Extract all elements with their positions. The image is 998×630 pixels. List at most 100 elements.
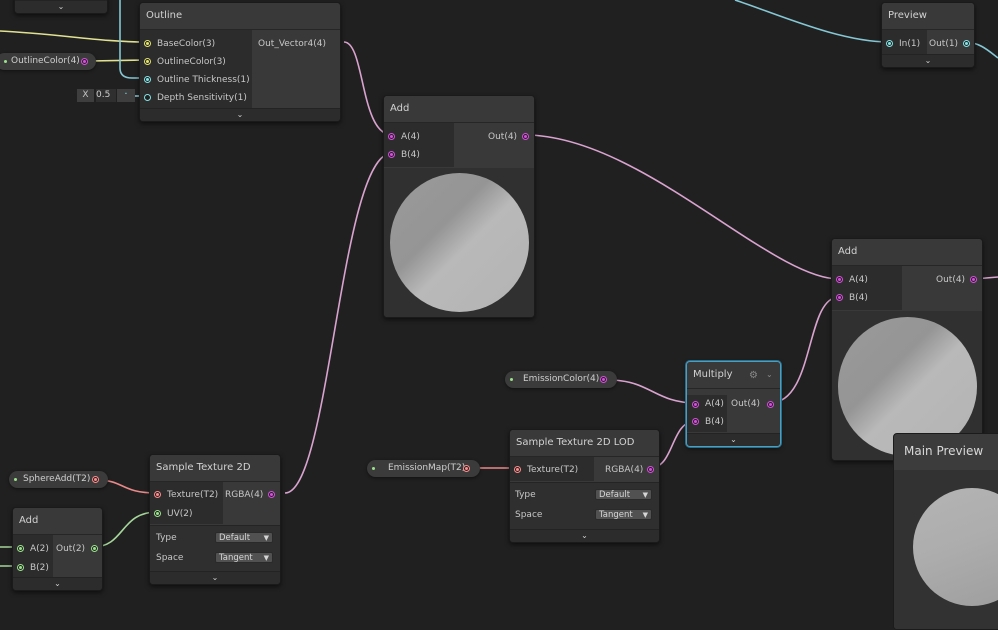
sample-texture-2d-node[interactable]: Sample Texture 2D Texture(T2) UV(2) RGBA…	[149, 454, 281, 585]
tex-type-label: Type	[156, 533, 177, 543]
lod-type-label: Type	[515, 490, 536, 500]
lod-texture-port[interactable]	[514, 466, 521, 473]
main-preview-viewport[interactable]	[894, 470, 998, 629]
port-dot-icon	[372, 467, 375, 470]
emission-map-out-port[interactable]	[463, 465, 470, 472]
thickness-port[interactable]	[144, 76, 151, 83]
add-out-port[interactable]	[970, 276, 977, 283]
node-title[interactable]: Add	[832, 239, 982, 266]
chevron-down-icon[interactable]: ⌄	[766, 370, 773, 379]
expand-chevron-icon[interactable]: ⌄	[150, 571, 280, 584]
preview-sphere	[390, 173, 529, 312]
expand-chevron-icon[interactable]: ⌄	[13, 577, 102, 590]
main-preview-title[interactable]: Main Preview	[904, 444, 983, 458]
node-title[interactable]: Sample Texture 2D LOD	[510, 430, 659, 457]
preview-in-port[interactable]	[886, 40, 893, 47]
lod-space-dropdown[interactable]: Tangent ▼	[595, 509, 652, 520]
add-node-right[interactable]: Add A(4) B(4) Out(4)	[831, 238, 983, 461]
tex-space-value: Tangent	[219, 553, 253, 563]
add-b-label: B(4)	[401, 150, 420, 160]
small-out-port[interactable]	[91, 545, 98, 552]
node-preview	[384, 168, 534, 317]
depth-label: Depth Sensitivity(1)	[157, 93, 247, 103]
add-out-label: Out(4)	[936, 275, 966, 285]
add-a-port[interactable]	[836, 276, 843, 283]
top-node-fragment[interactable]: ⌄	[14, 0, 108, 14]
preview-out-label: Out(1)	[929, 39, 959, 49]
tex-space-dropdown[interactable]: Tangent ▼	[215, 552, 273, 563]
emission-map-property[interactable]: EmissionMap(T2)	[367, 460, 480, 477]
wire-preview-in	[734, 0, 890, 43]
base-color-label: BaseColor(3)	[157, 39, 216, 49]
dropdown-arrow-icon: ▼	[642, 511, 648, 519]
outline-color-property[interactable]: OutlineColor(4)	[0, 53, 96, 70]
add-b-label: B(4)	[849, 293, 868, 303]
base-color-port[interactable]	[144, 40, 151, 47]
lod-rgba-label: RGBA(4)	[605, 465, 644, 475]
sphere-add-out-port[interactable]	[92, 476, 99, 483]
small-b-label: B(2)	[30, 563, 49, 573]
outline-out-label: Out_Vector4(4)	[258, 39, 326, 49]
emission-color-property[interactable]: EmissionColor(4)	[505, 371, 617, 388]
tex-type-dropdown[interactable]: Default ▼	[215, 532, 273, 543]
add-out-port[interactable]	[522, 133, 529, 140]
port-dot-icon	[14, 478, 17, 481]
add-b-port[interactable]	[836, 294, 843, 301]
main-preview-window[interactable]: Main Preview	[893, 433, 998, 630]
tex-texture-label: Texture(T2)	[167, 490, 219, 500]
multiply-node[interactable]: Multiply ⚙ ⌄ A(4) B(4) Out(4) ⌄	[686, 361, 781, 447]
tex-rgba-label: RGBA(4)	[225, 490, 264, 500]
node-title[interactable]: Add	[13, 508, 102, 535]
tex-type-value: Default	[219, 533, 251, 543]
outline-node[interactable]: Outline BaseColor(3) OutlineColor(3) Out…	[139, 2, 341, 122]
preview-out-port[interactable]	[963, 40, 970, 47]
outline-color-out-port[interactable]	[81, 58, 88, 65]
add-b-port[interactable]	[388, 151, 395, 158]
node-title[interactable]: Sample Texture 2D	[150, 455, 280, 482]
depth-value[interactable]: 0.5	[96, 89, 116, 102]
expand-chevron-icon[interactable]: ⌄	[140, 108, 340, 121]
outline-color-input-label: OutlineColor(3)	[157, 57, 226, 67]
multiply-b-label: B(4)	[705, 417, 724, 427]
expand-chevron-icon[interactable]: ⌄	[15, 0, 107, 13]
depth-port[interactable]	[144, 94, 151, 101]
add-a-port[interactable]	[388, 133, 395, 140]
small-a-port[interactable]	[17, 545, 24, 552]
lod-rgba-port[interactable]	[647, 466, 654, 473]
expand-chevron-icon[interactable]: ⌄	[882, 54, 974, 67]
multiply-out-port[interactable]	[767, 401, 774, 408]
wire-sample-to-add-b	[284, 152, 393, 494]
small-b-port[interactable]	[17, 564, 24, 571]
gear-icon[interactable]: ⚙	[749, 370, 758, 381]
add-a-label: A(4)	[401, 132, 420, 142]
node-title[interactable]: Preview	[882, 3, 974, 30]
tex-rgba-port[interactable]	[268, 491, 275, 498]
wire-add-to-add-right	[524, 134, 840, 280]
depth-sensitivity-field[interactable]: X 0.5 ·	[77, 89, 137, 102]
lod-texture-label: Texture(T2)	[527, 465, 579, 475]
expand-chevron-icon[interactable]: ⌄	[687, 433, 780, 446]
tex-uv-port[interactable]	[154, 510, 161, 517]
lod-type-dropdown[interactable]: Default ▼	[595, 489, 652, 500]
preview-node[interactable]: Preview In(1) Out(1) ⌄	[881, 2, 975, 68]
multiply-out-label: Out(4)	[731, 399, 761, 409]
outline-color-label: OutlineColor(4)	[11, 56, 80, 66]
sphere-add-property[interactable]: SphereAdd(T2)	[9, 471, 108, 488]
tex-texture-port[interactable]	[154, 491, 161, 498]
sphere-add-label: SphereAdd(T2)	[23, 474, 91, 484]
node-title[interactable]: Add	[384, 96, 534, 123]
add-node-small[interactable]: Add A(2) B(2) Out(2) ⌄	[12, 507, 103, 591]
preview-in-label: In(1)	[899, 39, 921, 49]
wire-emission-color-to-multiply	[608, 379, 697, 404]
sample-texture-lod-node[interactable]: Sample Texture 2D LOD Texture(T2) RGBA(4…	[509, 429, 660, 543]
field-port-icon: ·	[117, 89, 135, 102]
multiply-a-port[interactable]	[692, 401, 699, 408]
outline-color-port[interactable]	[144, 58, 151, 65]
add-node-top[interactable]: Add A(4) B(4) Out(4)	[383, 95, 535, 318]
emission-color-out-port[interactable]	[600, 376, 607, 383]
expand-chevron-icon[interactable]: ⌄	[510, 529, 659, 542]
multiply-b-port[interactable]	[692, 418, 699, 425]
lod-type-value: Default	[599, 490, 631, 500]
x-axis-label: X	[77, 89, 94, 102]
node-title[interactable]: Outline	[140, 3, 340, 30]
